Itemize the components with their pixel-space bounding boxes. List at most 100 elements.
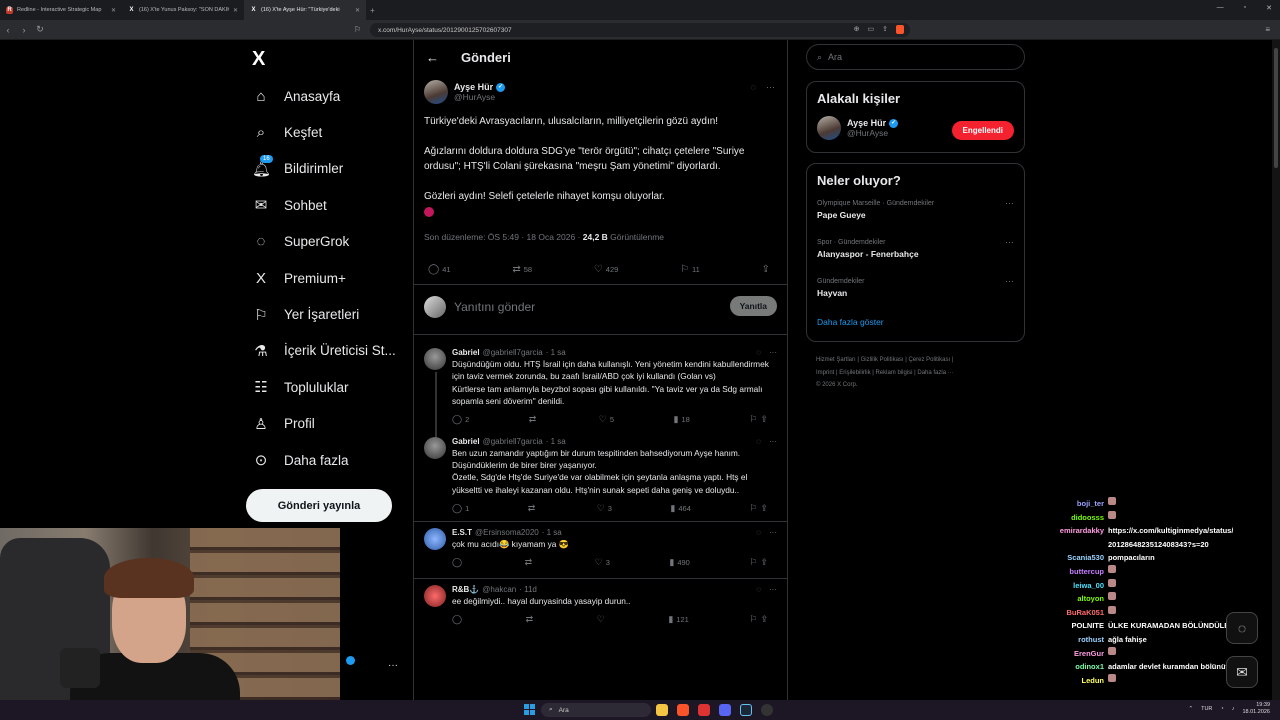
browser-tab[interactable]: X (16) X'te Yunus Paksoy: "SON DAKİKA ✕: [122, 0, 244, 20]
reply-action[interactable]: ◯ 2: [452, 414, 469, 425]
back-arrow-icon[interactable]: ←: [426, 50, 439, 65]
reply-input[interactable]: Yanıtını gönder: [454, 300, 535, 314]
reply-author-handle[interactable]: @gabriell7garcia: [483, 437, 543, 446]
reply-time[interactable]: · 11d: [519, 585, 537, 594]
sidebar-item-premium[interactable]: X Premium+: [252, 260, 412, 296]
more-dots-icon[interactable]: ···: [1005, 276, 1014, 286]
tray-chevron-icon[interactable]: ⌃: [1188, 706, 1193, 712]
share-icon[interactable]: ⇪: [882, 23, 888, 37]
media-icon[interactable]: [698, 704, 710, 716]
reply-item[interactable]: Gabriel @gabriell7garcia · 1 sa Düşündüğ…: [414, 342, 787, 452]
more-dots-icon[interactable]: ···: [769, 437, 777, 446]
sidebar-item-chat[interactable]: ✉ Sohbet: [252, 187, 412, 223]
share-icon[interactable]: ⇪: [760, 414, 768, 424]
like-action[interactable]: ♡: [597, 614, 608, 625]
repost-action[interactable]: ⇄: [526, 614, 537, 625]
brave-shield-icon[interactable]: [896, 25, 904, 34]
windows-start-icon[interactable]: [524, 704, 535, 715]
footer-line[interactable]: Hizmet Şartları | Gizlilik Politikası | …: [816, 354, 1021, 367]
reply-action[interactable]: ◯ 41: [428, 264, 451, 275]
chat-username[interactable]: [1030, 538, 1104, 552]
chat-username[interactable]: odinox1: [1030, 660, 1104, 674]
reply-action[interactable]: ◯: [452, 614, 465, 625]
reply-time[interactable]: · 1 sa: [542, 528, 562, 537]
chat-username[interactable]: buttercup: [1030, 565, 1104, 579]
language-indicator[interactable]: TUR: [1201, 706, 1212, 712]
volume-icon[interactable]: ♪: [1232, 706, 1235, 712]
close-icon[interactable]: ✕: [233, 7, 238, 14]
search-input[interactable]: ⌕ Ara: [806, 44, 1025, 70]
avatar[interactable]: [424, 584, 446, 607]
chat-username[interactable]: Scania530: [1030, 551, 1104, 565]
post-author[interactable]: Ayşe Hür ✓ @HurAyse: [424, 80, 777, 104]
reply-author-name[interactable]: Gabriel: [452, 348, 480, 357]
like-action[interactable]: ♡ 5: [599, 414, 614, 425]
zoom-icon[interactable]: ⊕: [854, 23, 860, 37]
new-tab-icon[interactable]: +: [370, 6, 375, 15]
window-close-icon[interactable]: ✕: [1266, 4, 1272, 12]
more-dots-icon[interactable]: ···: [766, 82, 775, 92]
repost-action[interactable]: ⇄: [528, 503, 539, 514]
maximize-icon[interactable]: ▫: [1244, 4, 1246, 12]
show-more-link[interactable]: Daha fazla göster: [807, 309, 1024, 339]
back-arrow-icon[interactable]: ‹: [0, 25, 16, 35]
reply-author-handle[interactable]: @gabriell7garcia: [483, 348, 543, 357]
trend-item[interactable]: Spor · Gündemdekiler Alanyaspor - Fenerb…: [807, 231, 1024, 270]
minimize-icon[interactable]: —: [1217, 4, 1224, 12]
related-name[interactable]: Ayşe Hür: [847, 118, 886, 128]
sidebar-item-supergrok[interactable]: ◌ SuperGrok: [252, 224, 412, 260]
avatar[interactable]: [817, 116, 841, 140]
reply-author-name[interactable]: Gabriel: [452, 437, 480, 446]
post-button[interactable]: Gönderi yayınla: [246, 489, 392, 522]
sidebar-item-explore[interactable]: ⌕ Keşfet: [252, 114, 412, 150]
x-logo[interactable]: X: [252, 48, 265, 71]
messages-overlay-icon[interactable]: ✉: [1226, 656, 1258, 688]
obs-icon[interactable]: [761, 704, 773, 716]
related-person[interactable]: Ayşe Hür ✓ @HurAyse Engellendi: [807, 106, 1024, 150]
sidebar-item-communities[interactable]: ☷ Topluluklar: [252, 369, 412, 405]
chat-username[interactable]: BuRaK051: [1030, 606, 1104, 620]
reply-author-handle[interactable]: @hakcan: [482, 585, 516, 594]
sidebar-item-more[interactable]: ⊙ Daha fazla: [252, 442, 412, 478]
chat-username[interactable]: leiwa_00: [1030, 579, 1104, 593]
reply-button[interactable]: Yanıtla: [729, 296, 777, 316]
chat-username[interactable]: altoyon: [1030, 592, 1104, 606]
network-icon[interactable]: ◔: [1220, 706, 1223, 712]
trend-item[interactable]: Olympique Marseille · Gündemdekiler Pape…: [807, 192, 1024, 231]
browser-tab-active[interactable]: X (16) X'te Ayşe Hür: "Türkiye'deki ✕: [244, 0, 366, 20]
like-action[interactable]: ♡ 3: [595, 557, 610, 568]
avatar[interactable]: [424, 80, 448, 104]
views-action[interactable]: ▮ 18: [674, 414, 690, 425]
views-action[interactable]: ▮ 490: [669, 557, 689, 568]
more-dots-icon[interactable]: ···: [1005, 198, 1014, 208]
reply-action[interactable]: ◯: [452, 557, 465, 568]
brave-icon[interactable]: [677, 704, 689, 716]
reply-action[interactable]: ◯ 1: [452, 503, 469, 514]
post-timestamp[interactable]: Son düzenleme: ÖS 5:49 · 18 Oca 2026 ·: [424, 232, 583, 242]
more-dots-icon[interactable]: ···: [769, 348, 777, 357]
bookmark-action[interactable]: ⚐ 11: [680, 264, 700, 275]
taskbar-search[interactable]: ⌕ Ara: [541, 703, 651, 717]
grok-icon[interactable]: ◌: [756, 528, 761, 537]
bookmark-action[interactable]: ⚐ ⇪: [749, 557, 771, 568]
share-action[interactable]: ⇪: [762, 264, 773, 275]
steam-icon[interactable]: [740, 704, 752, 716]
blocked-button[interactable]: Engellendi: [951, 121, 1014, 140]
clock[interactable]: 19:39 18.01.2026: [1242, 702, 1270, 716]
reload-icon[interactable]: ↻: [32, 24, 48, 35]
grok-icon[interactable]: ◌: [751, 82, 756, 92]
file-explorer-icon[interactable]: [656, 704, 668, 716]
forward-arrow-icon[interactable]: ›: [16, 25, 32, 35]
grok-overlay-icon[interactable]: ◌: [1226, 612, 1258, 644]
reply-time[interactable]: · 1 sa: [546, 348, 566, 357]
discord-icon[interactable]: [719, 704, 731, 716]
chat-username[interactable]: emirardakky: [1030, 524, 1104, 538]
sidebar-item-creator-studio[interactable]: ⚗ İçerik Üreticisi St...: [252, 333, 412, 369]
cast-icon[interactable]: ▭: [868, 23, 875, 37]
more-dots-icon[interactable]: ···: [769, 528, 777, 537]
bookmark-action[interactable]: ⚐ ⇪: [749, 503, 771, 514]
close-icon[interactable]: ✕: [355, 7, 360, 14]
like-action[interactable]: ♡ 3: [597, 503, 612, 514]
chat-username[interactable]: POLNITE: [1030, 619, 1104, 633]
sidebar-item-profile[interactable]: ♙ Profil: [252, 406, 412, 442]
